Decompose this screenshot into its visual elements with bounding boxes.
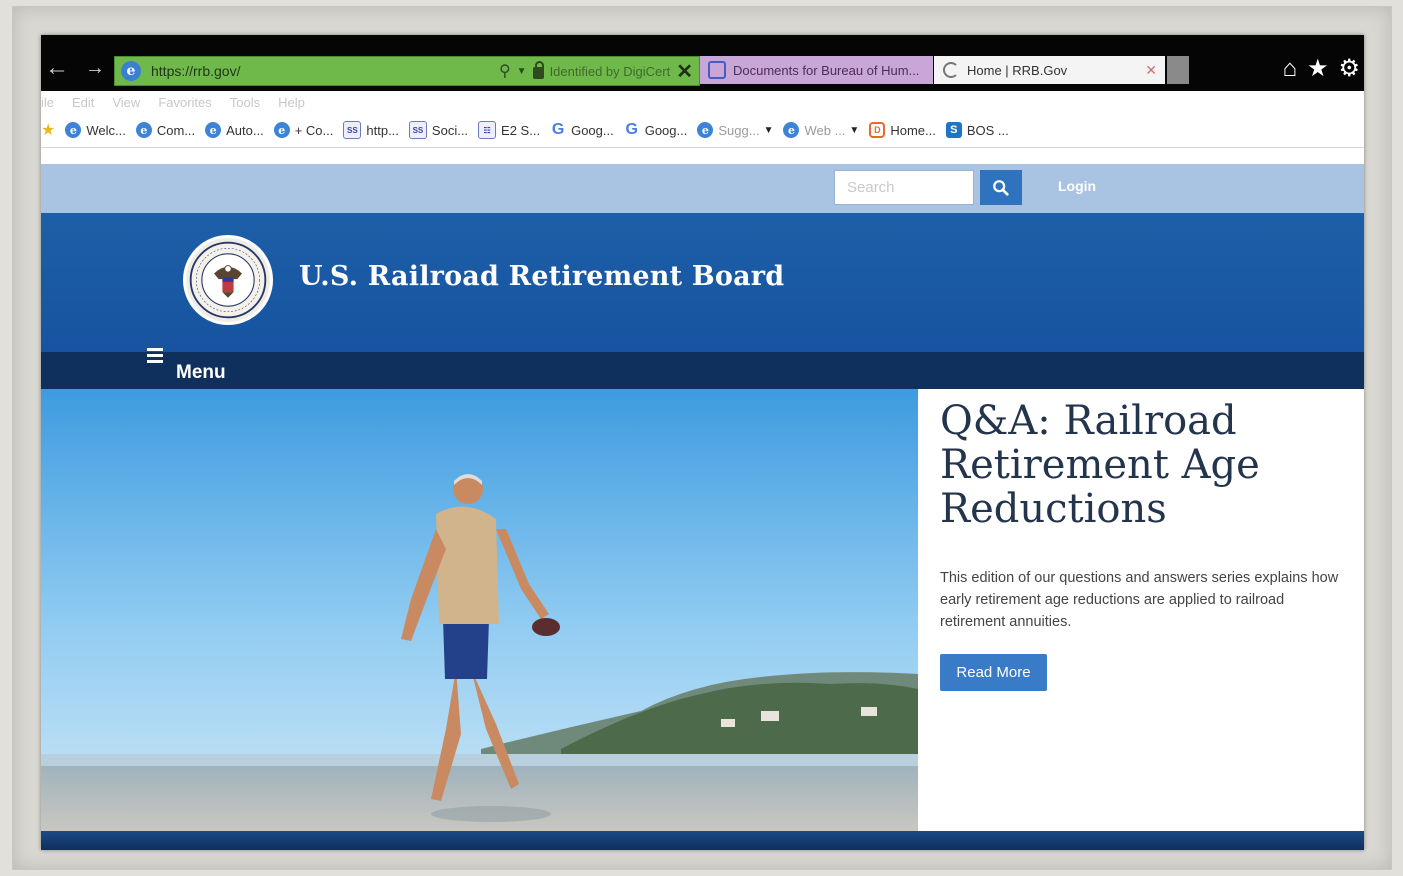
- favorite-label: Home...: [890, 122, 936, 138]
- favorites-bar: ★ e Welc... e Com... e Auto... e + Co... SS h…: [41, 113, 1364, 148]
- menu-file[interactable]: File: [41, 95, 54, 110]
- favorite-label: Auto...: [226, 122, 264, 138]
- ie-icon: e: [65, 122, 82, 138]
- document-icon: SS: [343, 121, 362, 139]
- favorite-link[interactable]: D Home...: [869, 122, 936, 138]
- favorite-label: Goog...: [571, 122, 614, 138]
- tab-label: Home | RRB.Gov: [967, 62, 1068, 78]
- feature-title[interactable]: Q&A: Railroad Retirement Age Reductions: [940, 399, 1350, 531]
- favorite-link[interactable]: e Com...: [135, 122, 196, 138]
- favorite-link[interactable]: SS Soci...: [408, 121, 469, 139]
- beach-walker-photo: [41, 389, 918, 831]
- google-icon: G: [625, 121, 638, 138]
- favorite-link[interactable]: ☷ E2 S...: [478, 121, 540, 139]
- gear-icon[interactable]: ⚙: [1338, 55, 1360, 83]
- menu-favorites[interactable]: Favorites: [158, 95, 211, 110]
- site-header: U.S. Railroad Retirement Board: [41, 213, 1364, 352]
- favorite-link[interactable]: e + Co...: [273, 122, 334, 138]
- favorite-link[interactable]: G Goog...: [624, 121, 688, 138]
- login-link[interactable]: Login: [1058, 178, 1096, 194]
- new-tab-button[interactable]: [1167, 56, 1189, 84]
- rrb-seal-logo[interactable]: [183, 235, 273, 325]
- favorite-label: Web ...: [804, 122, 846, 138]
- favorite-link[interactable]: G Goog...: [550, 121, 614, 138]
- favorite-label: BOS ...: [966, 122, 1009, 138]
- ie-icon: e: [121, 61, 141, 81]
- delve-icon: D: [869, 122, 886, 138]
- favorite-label: Com...: [156, 122, 196, 138]
- footer-bar: [41, 831, 1364, 850]
- search-input[interactable]: [834, 170, 974, 205]
- address-bar[interactable]: e https://rrb.gov/ ⚲ ▼ Identified by Dig…: [114, 56, 700, 86]
- dropdown-caret-icon[interactable]: ▼: [517, 66, 527, 77]
- menu-tools[interactable]: Tools: [230, 95, 260, 110]
- menu-edit[interactable]: Edit: [72, 95, 94, 110]
- chevron-down-icon: ▼: [763, 124, 774, 136]
- chevron-down-icon: ▼: [849, 124, 860, 136]
- menu-help[interactable]: Help: [278, 95, 305, 110]
- favorite-label: Welc...: [86, 122, 126, 138]
- browser-menu-bar: File Edit View Favorites Tools Help: [41, 91, 1364, 113]
- browser-right-icons: ⌂ ★ ⚙: [1282, 55, 1360, 83]
- favorite-label: http...: [366, 122, 399, 138]
- ie-icon: e: [783, 122, 800, 138]
- favorite-folder[interactable]: e Sugg... ▼: [697, 122, 773, 138]
- favorite-label: E2 S...: [501, 122, 541, 138]
- search-button[interactable]: [980, 170, 1022, 205]
- favorite-link[interactable]: e Welc...: [65, 122, 126, 138]
- ie-icon: e: [205, 122, 222, 138]
- add-favorites-star-icon[interactable]: ★: [41, 120, 55, 140]
- menu-view[interactable]: View: [112, 95, 140, 110]
- main-menu-bar: Menu: [41, 348, 1364, 389]
- utility-bar: Login: [41, 164, 1364, 213]
- feature-panel: Q&A: Railroad Retirement Age Reductions …: [918, 389, 1364, 831]
- tab-documents[interactable]: Documents for Bureau of Hum...: [700, 56, 933, 84]
- favorite-label: Soci...: [431, 122, 469, 138]
- menu-button[interactable]: Menu: [176, 362, 226, 384]
- tab-home-rrb[interactable]: Home | RRB.Gov ✕: [934, 56, 1165, 84]
- home-icon[interactable]: ⌂: [1282, 55, 1297, 83]
- favorite-link[interactable]: SS http...: [343, 121, 399, 139]
- favorite-label: Goog...: [644, 122, 688, 138]
- close-tab-icon[interactable]: ✕: [1145, 62, 1157, 79]
- google-icon: G: [551, 121, 565, 138]
- read-more-button[interactable]: Read More: [940, 654, 1047, 691]
- favorite-folder[interactable]: e Web ... ▼: [783, 122, 859, 138]
- feature-description: This edition of our questions and answer…: [940, 570, 1339, 630]
- favorite-label: + Co...: [294, 122, 334, 138]
- lock-icon[interactable]: [532, 61, 544, 79]
- hero-image: [41, 389, 918, 831]
- document-icon: SS: [408, 121, 427, 139]
- sharepoint-icon: S: [945, 122, 962, 138]
- back-arrow-icon[interactable]: ←: [45, 55, 69, 81]
- favorite-link[interactable]: e Auto...: [205, 122, 264, 138]
- certificate-label[interactable]: Identified by DigiCert: [550, 64, 671, 79]
- favorite-label: Sugg...: [718, 122, 760, 138]
- tab-label: Documents for Bureau of Hum...: [733, 62, 920, 78]
- browser-toolbar: ← → e https://rrb.gov/ ⚲ ▼ Identified by…: [41, 35, 1364, 91]
- document-icon: ☷: [478, 121, 497, 139]
- search-icon[interactable]: ⚲: [499, 61, 511, 81]
- forward-arrow-icon[interactable]: →: [85, 55, 105, 81]
- ie-icon: e: [697, 122, 714, 138]
- search-icon: [993, 179, 1009, 196]
- ie-icon: e: [135, 122, 152, 138]
- document-tab-icon: [708, 61, 726, 79]
- address-url[interactable]: https://rrb.gov/: [151, 63, 240, 79]
- rrb-website: Login U.S. Railroad Retirement Board Me: [41, 148, 1364, 850]
- favorite-link[interactable]: S BOS ...: [945, 122, 1009, 138]
- ie-icon: e: [273, 122, 290, 138]
- browser-window: ← → e https://rrb.gov/ ⚲ ▼ Identified by…: [41, 35, 1364, 850]
- favorites-star-icon[interactable]: ★: [1307, 55, 1329, 83]
- stop-icon[interactable]: ✕: [676, 59, 693, 84]
- loading-spinner-icon: [943, 62, 959, 78]
- site-title[interactable]: U.S. Railroad Retirement Board: [299, 261, 784, 292]
- hamburger-menu-icon[interactable]: [147, 348, 163, 366]
